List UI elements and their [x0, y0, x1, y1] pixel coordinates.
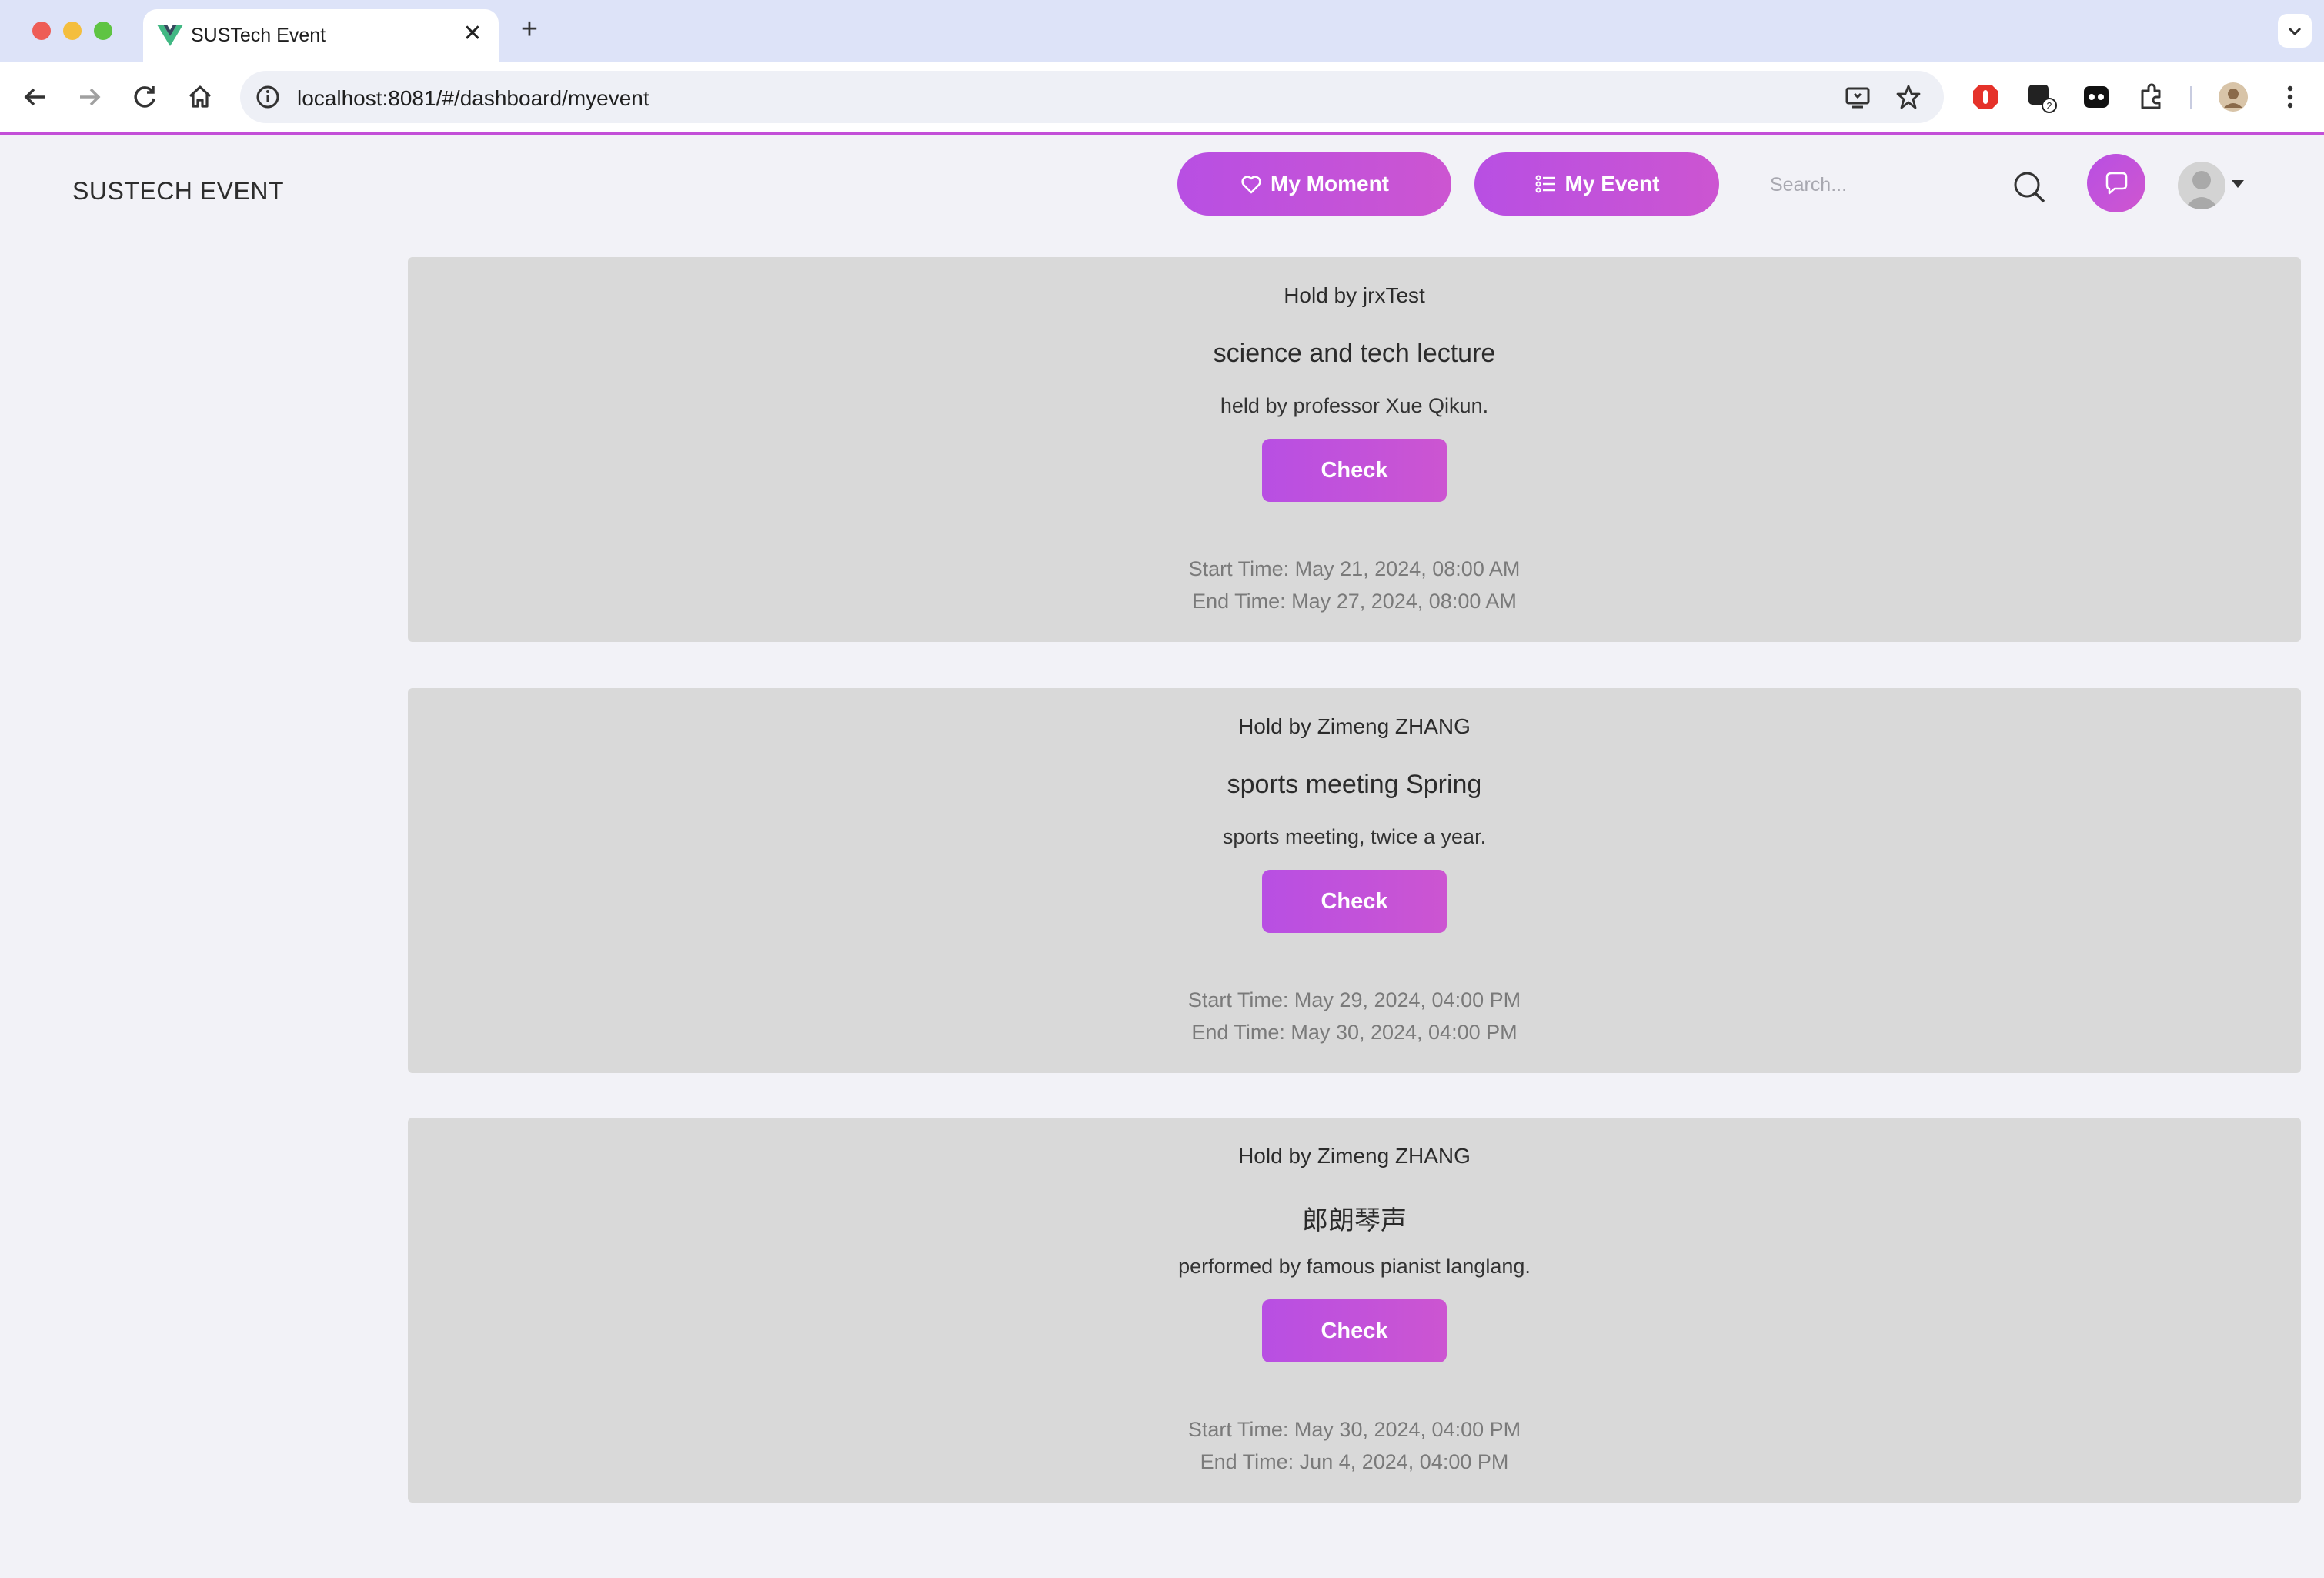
event-end-time: End Time: Jun 4, 2024, 04:00 PM — [1200, 1450, 1509, 1473]
toolbar-divider — [2190, 86, 2192, 109]
browser-menu-icon[interactable] — [2273, 80, 2307, 114]
event-description: sports meeting, twice a year. — [1222, 825, 1487, 848]
window-minimize-control[interactable] — [63, 22, 82, 40]
check-event-button[interactable]: Check — [1262, 1299, 1447, 1362]
event-card: Hold by Zimeng ZHANG 郎朗琴声 performed by f… — [408, 1118, 2301, 1503]
browser-tab-active[interactable]: SUSTech Event ✕ — [143, 9, 499, 62]
window-close-control[interactable] — [32, 22, 51, 40]
event-start-time: Start Time: May 30, 2024, 04:00 PM — [1187, 1418, 1521, 1441]
event-card: Hold by Zimeng ZHANG sports meeting Spri… — [408, 688, 2301, 1073]
extension-notes-icon[interactable]: 2 — [2024, 80, 2058, 114]
site-brand[interactable]: SUSTECH EVENT — [72, 177, 284, 206]
new-tab-button[interactable]: + — [514, 14, 545, 45]
extension-mask-icon[interactable] — [2079, 80, 2113, 114]
event-description: performed by famous pianist langlang. — [1178, 1255, 1531, 1278]
event-title: science and tech lecture — [1213, 339, 1496, 368]
event-holder: Hold by Zimeng ZHANG — [1238, 1144, 1471, 1168]
tab-search-button[interactable] — [2278, 14, 2312, 48]
extensions-puzzle-icon[interactable] — [2135, 80, 2169, 114]
reload-icon[interactable] — [128, 80, 162, 114]
event-start-time: Start Time: May 29, 2024, 04:00 PM — [1187, 988, 1521, 1011]
list-icon — [1535, 175, 1555, 193]
chat-button[interactable] — [2087, 154, 2145, 212]
profile-avatar-icon[interactable] — [2216, 80, 2250, 114]
event-card: Hold by jrxTest science and tech lecture… — [408, 257, 2301, 642]
user-silhouette-icon — [2184, 171, 2219, 209]
event-title: 郎朗琴声 — [1302, 1206, 1407, 1235]
svg-text:2: 2 — [2046, 100, 2052, 112]
back-arrow-icon[interactable] — [18, 80, 52, 114]
chevron-down-icon — [2288, 27, 2302, 36]
address-bar[interactable]: localhost:8081/#/dashboard/myevent — [240, 71, 1944, 123]
my-moment-label: My Moment — [1271, 172, 1389, 196]
vue-logo-icon — [157, 25, 183, 46]
browser-toolbar: localhost:8081/#/dashboard/myevent 2 — [0, 62, 2324, 132]
event-description: held by professor Xue Qikun. — [1220, 394, 1489, 417]
event-holder: Hold by jrxTest — [1284, 283, 1425, 307]
tab-close-icon[interactable]: ✕ — [459, 20, 486, 48]
event-start-time: Start Time: May 21, 2024, 08:00 AM — [1188, 557, 1521, 580]
event-end-time: End Time: May 30, 2024, 04:00 PM — [1191, 1021, 1518, 1044]
home-icon[interactable] — [183, 80, 217, 114]
event-holder: Hold by Zimeng ZHANG — [1238, 714, 1471, 738]
app-page: SUSTECH EVENT My Moment My Event Search.… — [0, 135, 2324, 1578]
bookmark-star-icon[interactable] — [1895, 83, 1922, 111]
my-event-label: My Event — [1564, 172, 1660, 196]
search-input[interactable] — [1770, 162, 2001, 208]
url-text[interactable]: localhost:8081/#/dashboard/myevent — [297, 86, 649, 111]
check-event-button[interactable]: Check — [1262, 870, 1447, 933]
forward-arrow-icon[interactable] — [72, 80, 106, 114]
check-event-button[interactable]: Check — [1262, 439, 1447, 502]
window-maximize-control[interactable] — [94, 22, 112, 40]
search-icon[interactable] — [2010, 168, 2049, 206]
event-title: sports meeting Spring — [1227, 770, 1482, 799]
heart-icon — [1241, 176, 1261, 194]
tab-title: SUSTech Event — [191, 25, 326, 46]
user-menu-caret-icon[interactable] — [2232, 180, 2244, 188]
user-avatar[interactable] — [2178, 162, 2225, 209]
site-info-icon[interactable] — [254, 83, 282, 111]
browser-tab-strip: SUSTech Event ✕ + — [0, 0, 2324, 62]
extension-shield-icon[interactable] — [1968, 80, 2002, 114]
chat-bubble-icon — [2105, 172, 2128, 195]
my-moment-button[interactable]: My Moment — [1177, 152, 1451, 216]
install-app-icon[interactable] — [1844, 83, 1872, 111]
event-end-time: End Time: May 27, 2024, 08:00 AM — [1192, 590, 1517, 613]
my-event-button[interactable]: My Event — [1474, 152, 1719, 216]
